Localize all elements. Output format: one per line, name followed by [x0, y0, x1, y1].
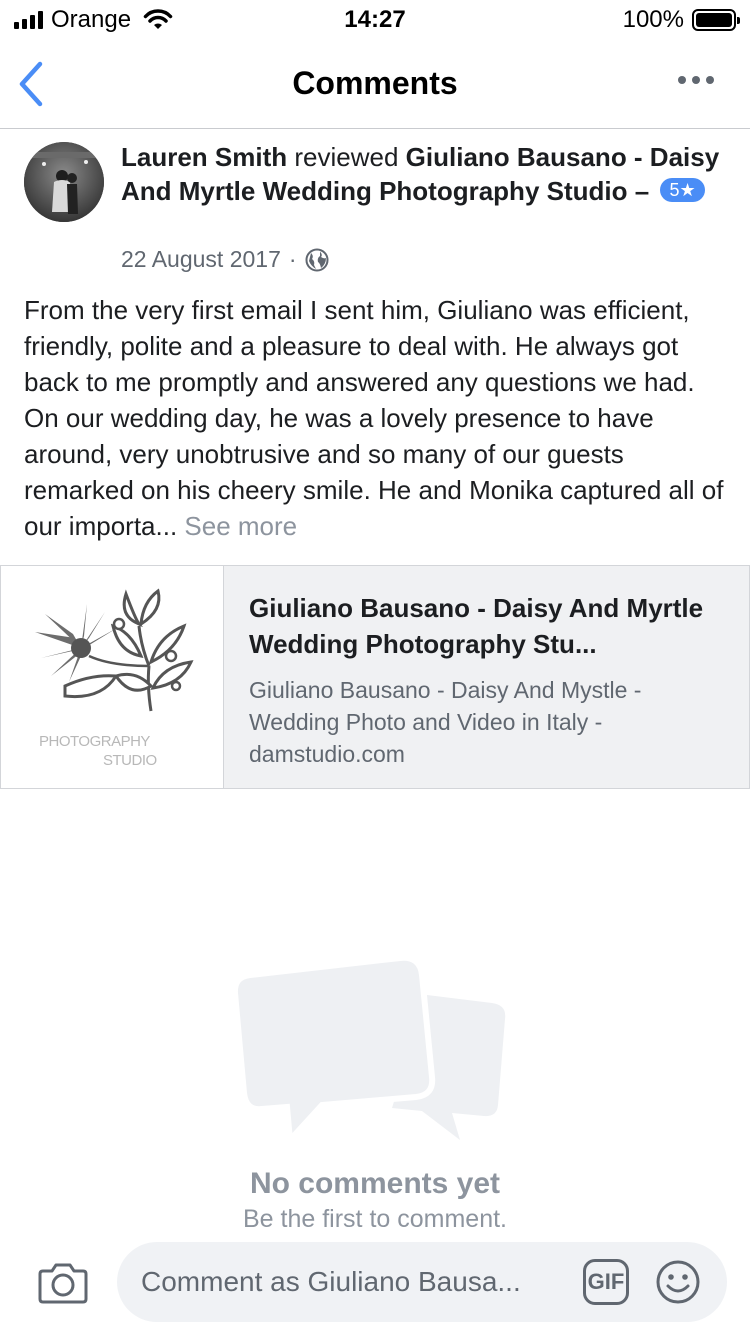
- more-options-button[interactable]: [678, 76, 714, 84]
- author-name[interactable]: Lauren Smith: [121, 142, 287, 172]
- gif-button[interactable]: GIF: [583, 1259, 629, 1305]
- comment-input[interactable]: [141, 1242, 581, 1322]
- see-more-link[interactable]: See more: [184, 511, 297, 541]
- comment-composer: GIF: [0, 1230, 750, 1334]
- emoji-icon: [656, 1260, 700, 1304]
- thumb-text-studio: STUDIO: [103, 752, 157, 769]
- chat-bubbles-icon: [232, 955, 506, 1145]
- avatar[interactable]: [24, 142, 104, 222]
- empty-state-title: No comments yet: [249, 1167, 501, 1200]
- page-title: Comments: [292, 65, 458, 101]
- action-text: reviewed: [294, 142, 399, 172]
- post-date[interactable]: 22 August 2017: [121, 246, 281, 273]
- link-info: Giuliano Bausano - Daisy And Myrtle Wedd…: [224, 566, 749, 788]
- meta-separator: ·: [288, 246, 297, 272]
- link-title: Giuliano Bausano - Daisy And Myrtle Wedd…: [249, 593, 704, 659]
- more-horizontal-icon: [678, 76, 686, 84]
- link-preview-card[interactable]: PHOTOGRAPHY STUDIO Giuliano Bausano - Da…: [0, 565, 750, 789]
- status-bar: Orange 14:27 100%: [0, 0, 750, 40]
- battery-percentage: 100%: [622, 6, 684, 33]
- post-text: From the very first email I sent him, Gi…: [24, 295, 724, 541]
- comment-field[interactable]: GIF: [117, 1242, 727, 1322]
- camera-icon: [38, 1263, 88, 1304]
- headline-dash: –: [634, 176, 650, 206]
- post-meta: 22 August 2017 ·: [121, 246, 329, 273]
- battery-icon: [692, 9, 740, 31]
- rating-badge: 5★: [660, 178, 705, 202]
- thumb-text-photography: PHOTOGRAPHY: [39, 733, 150, 750]
- post-headline: Lauren Smith reviewed Giuliano Bausano -…: [121, 140, 721, 208]
- emoji-button[interactable]: [655, 1259, 701, 1305]
- link-thumbnail: PHOTOGRAPHY STUDIO: [1, 566, 224, 788]
- camera-button[interactable]: [38, 1262, 88, 1309]
- globe-icon: [305, 248, 329, 271]
- link-description: Giuliano Bausano - Daisy And Mystle - We…: [249, 677, 642, 767]
- post-body: From the very first email I sent him, Gi…: [24, 292, 730, 544]
- nav-bar: Comments: [0, 40, 750, 129]
